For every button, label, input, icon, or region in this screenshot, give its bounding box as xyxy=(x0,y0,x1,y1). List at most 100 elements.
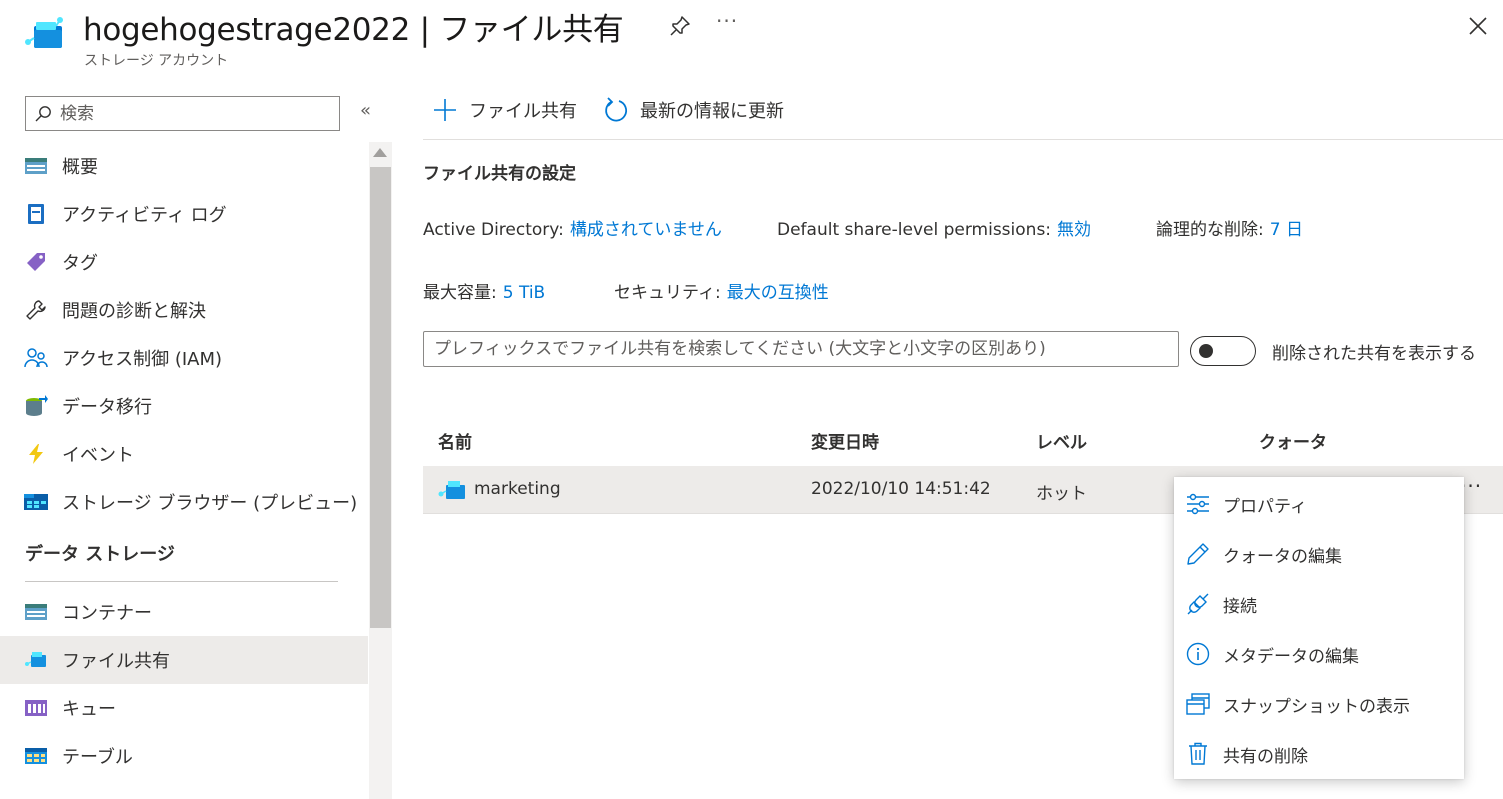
security-link[interactable]: 最大の互換性 xyxy=(727,283,829,303)
max-capacity-label: 最大容量: xyxy=(423,283,497,303)
share-name-link[interactable]: marketing xyxy=(474,479,561,499)
sidebar-item-containers[interactable]: コンテナー xyxy=(0,588,368,636)
add-file-share-label: ファイル共有 xyxy=(469,101,577,122)
properties-icon xyxy=(1185,491,1211,517)
max-capacity-setting: 最大容量: 5 TiB xyxy=(423,278,545,303)
sidebar-item-tags[interactable]: タグ xyxy=(0,238,368,286)
menu-item-connect[interactable]: 接続 xyxy=(1174,579,1464,629)
sidebar-item-file-shares[interactable]: ファイル共有 xyxy=(0,636,368,684)
show-deleted-shares-toggle[interactable] xyxy=(1190,336,1256,366)
share-prefix-search-input[interactable] xyxy=(434,339,1174,359)
sidebar-item-diagnose[interactable]: 問題の診断と解決 xyxy=(0,286,368,334)
soft-delete-setting: 論理的な削除: 7 日 xyxy=(1156,215,1303,240)
toggle-knob xyxy=(1199,344,1213,358)
sidebar-scroll-thumb[interactable] xyxy=(370,167,391,628)
sidebar-item-label: データ移行 xyxy=(62,397,152,418)
sidebar-item-iam[interactable]: アクセス制御 (IAM) xyxy=(0,334,368,382)
file-share-service-icon xyxy=(25,17,63,48)
menu-item-view-snapshots[interactable]: スナップショットの表示 xyxy=(1174,679,1464,729)
queue-icon xyxy=(24,696,48,720)
toolbar-divider xyxy=(423,139,1503,140)
active-directory-label: Active Directory: xyxy=(423,220,564,240)
menu-item-properties[interactable]: プロパティ xyxy=(1174,479,1464,529)
snapshot-icon xyxy=(1185,691,1211,717)
security-setting: セキュリティ: 最大の互換性 xyxy=(614,278,829,303)
menu-item-label: スナップショットの表示 xyxy=(1223,696,1410,717)
share-tier-cell: ホット xyxy=(1036,484,1087,504)
trash-icon xyxy=(1185,741,1211,767)
column-header-tier[interactable]: レベル xyxy=(1036,428,1087,453)
people-icon xyxy=(24,346,48,370)
share-permissions-label: Default share-level permissions: xyxy=(777,220,1052,240)
scroll-up-arrow-icon[interactable] xyxy=(373,148,387,157)
sidebar-item-label: ストレージ ブラウザー (プレビュー) xyxy=(62,493,358,514)
page-subtitle: ストレージ アカウント xyxy=(84,53,229,69)
sidebar-search-box[interactable] xyxy=(25,96,340,131)
sidebar-section-title: データ ストレージ xyxy=(25,544,175,565)
menu-item-label: 共有の削除 xyxy=(1223,746,1308,767)
sidebar-item-queues[interactable]: キュー xyxy=(0,684,368,732)
search-icon xyxy=(35,105,51,121)
refresh-label: 最新の情報に更新 xyxy=(640,101,784,122)
sidebar-nav: 概要 アクティビティ ログ タグ 問題の診断と解決 アクセス制御 (IAM) デ… xyxy=(0,142,368,780)
refresh-button[interactable]: 最新の情報に更新 xyxy=(603,96,784,124)
active-directory-setting: Active Directory: 構成されていません xyxy=(423,215,722,240)
share-permissions-link[interactable]: 無効 xyxy=(1057,220,1091,240)
sidebar-item-label: アクティビティ ログ xyxy=(62,205,227,226)
pencil-icon xyxy=(1185,541,1211,567)
active-directory-link[interactable]: 構成されていません xyxy=(570,220,722,240)
sidebar-item-overview[interactable]: 概要 xyxy=(0,142,368,190)
add-file-share-button[interactable]: ファイル共有 xyxy=(432,97,577,123)
plug-icon xyxy=(1185,591,1211,617)
soft-delete-label: 論理的な削除: xyxy=(1156,220,1264,240)
close-icon[interactable] xyxy=(1466,14,1490,38)
sidebar-item-events[interactable]: イベント xyxy=(0,430,368,478)
sidebar-item-label: 問題の診断と解決 xyxy=(62,301,206,322)
menu-item-delete-share[interactable]: 共有の削除 xyxy=(1174,729,1464,779)
menu-item-label: 接続 xyxy=(1223,596,1257,617)
sidebar-item-tables[interactable]: テーブル xyxy=(0,732,368,780)
command-bar: ファイル共有 最新の情報に更新 xyxy=(432,96,810,124)
activity-log-icon xyxy=(24,202,48,226)
menu-item-edit-metadata[interactable]: メタデータの編集 xyxy=(1174,629,1464,679)
sidebar-item-label: キュー xyxy=(62,699,116,720)
security-label: セキュリティ: xyxy=(614,283,721,303)
share-prefix-search-box[interactable] xyxy=(423,331,1179,367)
soft-delete-link[interactable]: 7 日 xyxy=(1270,220,1303,240)
sidebar-item-activity-log[interactable]: アクティビティ ログ xyxy=(0,190,368,238)
collapse-sidebar-button[interactable]: « xyxy=(360,100,371,121)
column-header-name[interactable]: 名前 xyxy=(438,428,472,453)
share-context-menu: プロパティ クォータの編集 接続 メタデータの編集 スナップショットの表示 共有… xyxy=(1174,477,1464,779)
storage-browser-icon xyxy=(24,490,48,514)
menu-item-label: プロパティ xyxy=(1223,496,1307,517)
lightning-icon xyxy=(24,442,48,466)
menu-item-label: クォータの編集 xyxy=(1223,546,1342,567)
settings-section-title: ファイル共有の設定 xyxy=(423,164,576,184)
column-header-modified[interactable]: 変更日時 xyxy=(811,428,879,453)
sidebar-search-input[interactable] xyxy=(60,103,320,124)
sidebar-item-label: コンテナー xyxy=(62,603,152,624)
share-modified-cell: 2022/10/10 14:51:42 xyxy=(811,479,991,499)
sidebar-item-label: テーブル xyxy=(62,747,133,768)
refresh-icon xyxy=(605,97,628,122)
data-migration-icon xyxy=(24,394,48,418)
sidebar-item-label: 概要 xyxy=(62,157,98,178)
sidebar-item-label: ファイル共有 xyxy=(62,651,170,672)
sidebar-item-data-migration[interactable]: データ移行 xyxy=(0,382,368,430)
page-title: hogehogestrage2022 | ファイル共有 xyxy=(83,12,624,48)
file-share-icon xyxy=(24,648,48,672)
show-deleted-shares-label: 削除された共有を表示する xyxy=(1272,344,1476,364)
column-header-quota[interactable]: クォータ xyxy=(1259,428,1327,453)
sidebar-item-label: アクセス制御 (IAM) xyxy=(62,349,223,370)
menu-item-edit-quota[interactable]: クォータの編集 xyxy=(1174,529,1464,579)
max-capacity-link[interactable]: 5 TiB xyxy=(503,283,545,303)
more-options-button[interactable]: ··· xyxy=(716,9,738,33)
plus-icon xyxy=(434,99,456,121)
file-share-icon xyxy=(438,481,465,499)
sidebar-item-storage-browser[interactable]: ストレージ ブラウザー (プレビュー) xyxy=(0,478,368,526)
tag-icon xyxy=(24,250,48,274)
overview-icon xyxy=(24,154,48,178)
pin-icon[interactable] xyxy=(668,14,692,38)
sidebar-item-label: タグ xyxy=(62,253,98,274)
sidebar-item-label: イベント xyxy=(62,445,134,466)
